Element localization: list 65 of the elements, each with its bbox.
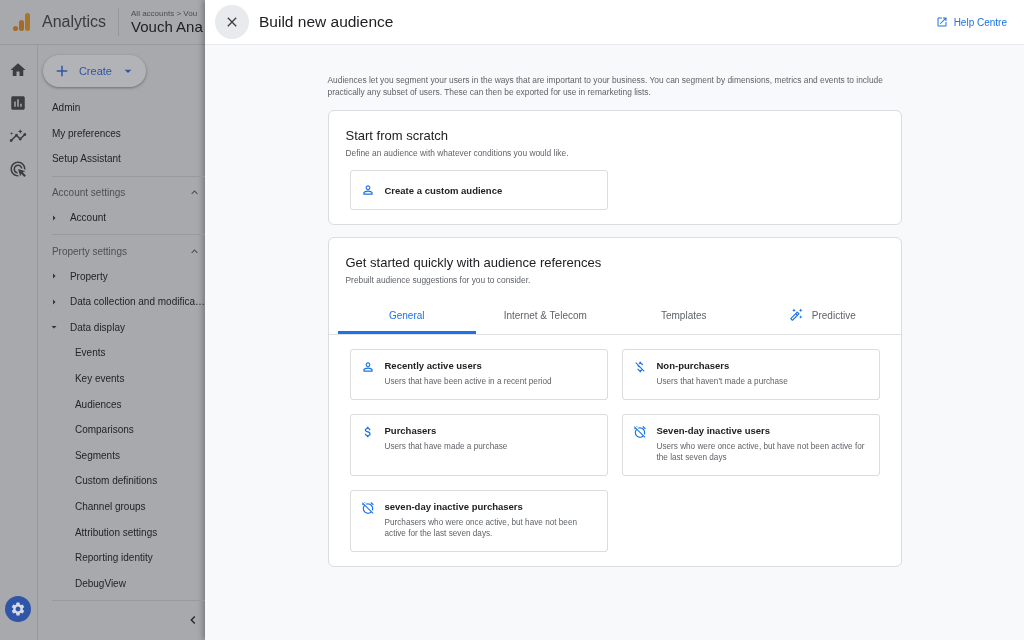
close-button[interactable] bbox=[215, 5, 249, 39]
audience-option[interactable]: Purchasers Users that have made a purchase bbox=[349, 414, 608, 476]
section-header[interactable]: Property settings bbox=[37, 239, 205, 264]
nav-item[interactable]: Comparisons bbox=[37, 416, 205, 443]
tab[interactable]: Predictive bbox=[753, 299, 892, 334]
nav-item[interactable]: Data display bbox=[37, 314, 205, 341]
nav-item[interactable]: Attribution settings bbox=[37, 519, 205, 545]
nav-item[interactable]: Reporting identity bbox=[37, 544, 205, 571]
nav-item[interactable]: Setup Assistant bbox=[37, 146, 205, 172]
option-description: Users that have been active in a recent period bbox=[384, 376, 552, 387]
nav-item[interactable]: Admin bbox=[37, 95, 205, 121]
person-icon bbox=[360, 360, 375, 374]
card-title: Get started quickly with audience references bbox=[345, 255, 603, 270]
nav-item[interactable]: Events bbox=[37, 340, 205, 366]
option-title: Seven-day inactive users bbox=[656, 425, 772, 436]
nav-item[interactable]: Account bbox=[37, 204, 205, 231]
product-name: Analytics bbox=[42, 8, 120, 36]
tab[interactable]: General bbox=[337, 299, 476, 334]
section-header[interactable]: Account settings bbox=[37, 180, 205, 205]
nav-item[interactable]: Data collection and modifica… bbox=[37, 288, 205, 315]
crossed-alarm-clock-icon bbox=[360, 501, 375, 515]
option-description: Users that haven't made a purchase bbox=[656, 376, 788, 387]
nav-item[interactable]: My preferences bbox=[37, 120, 205, 147]
settings-icon bbox=[10, 601, 27, 617]
option-title: Recently active users bbox=[384, 360, 483, 371]
option-title: seven-day inactive purchasers bbox=[384, 501, 524, 512]
tab[interactable]: Internet & Telecom bbox=[476, 299, 615, 334]
option-title: Purchasers bbox=[384, 425, 438, 436]
card-title: Start from scratch bbox=[345, 128, 450, 143]
option-title: Non-purchasers bbox=[656, 360, 731, 371]
person-icon bbox=[360, 183, 375, 197]
card-subtitle: Define an audience with whatever conditions you would like. bbox=[345, 148, 570, 158]
help-link[interactable]: Help Centre bbox=[935, 16, 1007, 28]
option-description: Users that have made a purchase bbox=[384, 441, 508, 452]
audience-option[interactable]: Non-purchasers Users that haven't made a purchase bbox=[621, 349, 880, 400]
home-icon[interactable] bbox=[9, 61, 28, 79]
insights-icon[interactable] bbox=[9, 127, 28, 145]
cursor-target-icon[interactable] bbox=[9, 160, 28, 178]
external-link-icon bbox=[935, 16, 948, 28]
panel-title: Build new audience bbox=[259, 13, 395, 31]
intro-text: Audiences let you segment your users in the ways that are important to your business. You can segment by dimensions, metrics and events to include practically any subset of users. These can then be exported for use in remarketing lists. bbox=[327, 74, 884, 98]
bar-chart-icon[interactable] bbox=[9, 94, 28, 112]
custom-audience-option[interactable]: Create a custom audience bbox=[349, 170, 608, 210]
audience-option[interactable]: Recently active users Users that have been active in a recent period bbox=[349, 349, 608, 400]
nav-item[interactable]: DebugView bbox=[37, 570, 205, 597]
nav-item[interactable]: Key events bbox=[37, 365, 205, 392]
tab[interactable]: Templates bbox=[614, 299, 753, 334]
nav-item[interactable]: Segments bbox=[37, 442, 205, 469]
option-description: Purchasers who were once active, but have not been active for the last seven days. bbox=[384, 517, 579, 539]
nav-item[interactable]: Audiences bbox=[37, 391, 205, 417]
magic-wand-icon bbox=[788, 308, 803, 322]
option-title: Create a custom audience bbox=[384, 184, 503, 196]
crossed-alarm-clock-icon bbox=[632, 425, 647, 439]
option-description: Users who were once active, but have not been active for the last seven days bbox=[656, 441, 866, 463]
audience-option[interactable]: Seven-day inactive users Users who were once active, but have not been active for the last seven days bbox=[621, 414, 880, 476]
logo-icon bbox=[12, 12, 32, 32]
nav-item[interactable]: Custom definitions bbox=[37, 468, 205, 494]
breadcrumb[interactable]: All accounts > Vou bbox=[131, 9, 203, 18]
create-button[interactable]: Create bbox=[42, 55, 146, 87]
nav-item[interactable]: Channel groups bbox=[37, 493, 205, 520]
settings-button[interactable] bbox=[5, 596, 32, 622]
audience-option[interactable]: seven-day inactive purchasers Purchasers who were once active, but have not been active for the last seven days. bbox=[349, 490, 608, 552]
card-subtitle: Prebuilt audience suggestions for you to consider. bbox=[345, 275, 532, 285]
property-name[interactable]: Vouch Ana bbox=[131, 18, 203, 35]
nav-item[interactable]: Property bbox=[37, 263, 205, 289]
